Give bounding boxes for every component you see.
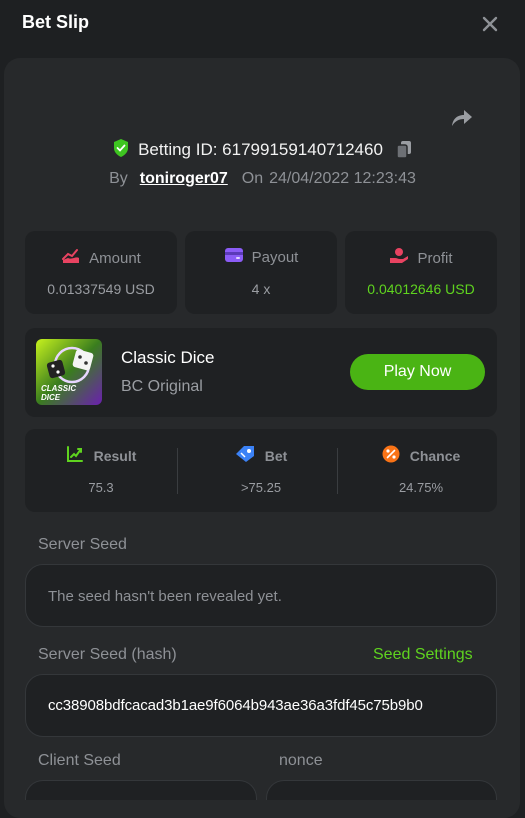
game-subtitle: BC Original bbox=[121, 378, 203, 395]
divider bbox=[177, 448, 178, 494]
amount-card: Amount 0.01337549 USD bbox=[25, 231, 177, 314]
bet-tag-icon bbox=[235, 445, 255, 466]
chance-value: 24.75% bbox=[398, 480, 444, 495]
username-link[interactable]: toniroger07 bbox=[140, 170, 228, 188]
result-value: 75.3 bbox=[88, 480, 114, 495]
client-seed-label: Client Seed bbox=[38, 752, 121, 769]
game-thumbnail[interactable]: CLASSIC DICE bbox=[36, 339, 102, 405]
game-name: Classic Dice bbox=[121, 348, 215, 367]
server-seed-hash-label: Server Seed (hash) bbox=[38, 646, 177, 663]
server-seed-field: The seed hasn't been revealed yet. bbox=[25, 564, 497, 627]
server-seed-label: Server Seed bbox=[38, 536, 127, 553]
result-column: Result 75.3 bbox=[25, 429, 177, 512]
amount-label: Amount bbox=[89, 249, 141, 267]
server-seed-hash-field[interactable]: cc38908bdfcacad3b1ae9f6064b943ae36a3fdf4… bbox=[25, 674, 497, 737]
game-card: CLASSIC DICE Classic Dice BC Original Pl… bbox=[25, 328, 497, 417]
server-seed-hash-value: cc38908bdfcacad3b1ae9f6064b943ae36a3fdf4… bbox=[48, 697, 423, 714]
on-label: On bbox=[241, 170, 264, 187]
bet-slip-header: Bet Slip bbox=[0, 0, 525, 48]
chance-label: Chance bbox=[409, 447, 461, 464]
play-now-button[interactable]: Play Now bbox=[350, 354, 485, 390]
payout-value: 4 x bbox=[251, 281, 271, 297]
percent-icon bbox=[382, 445, 400, 466]
verified-shield-icon bbox=[112, 138, 130, 163]
payout-card: Payout 4 x bbox=[185, 231, 337, 314]
bet-datetime: 24/04/2022 12:23:43 bbox=[269, 170, 416, 187]
page-title: Bet Slip bbox=[22, 12, 90, 32]
thumb-text-2: DICE bbox=[41, 393, 61, 402]
result-card: Result 75.3 Bet >75.25 Chance 24.75% bbox=[25, 429, 497, 512]
seed-settings-link[interactable]: Seed Settings bbox=[373, 646, 473, 664]
server-seed-value: The seed hasn't been revealed yet. bbox=[48, 588, 282, 605]
nonce-label: nonce bbox=[279, 752, 323, 769]
chance-column: Chance 24.75% bbox=[345, 429, 497, 512]
betting-id: Betting ID: 61799159140712460 bbox=[138, 140, 383, 159]
amount-icon bbox=[61, 247, 81, 269]
bettor-row: By toniroger07 On 24/04/2022 12:23:43 bbox=[0, 168, 525, 190]
client-seed-field[interactable] bbox=[25, 780, 257, 800]
bet-label: Bet bbox=[264, 447, 288, 464]
share-icon[interactable] bbox=[447, 104, 475, 132]
bet-value: >75.25 bbox=[240, 480, 282, 495]
profit-value: 0.04012646 USD bbox=[367, 281, 475, 297]
result-chart-icon bbox=[66, 445, 84, 466]
payout-card-icon bbox=[224, 247, 244, 267]
profit-label: Profit bbox=[417, 249, 453, 267]
divider bbox=[337, 448, 338, 494]
by-label: By bbox=[109, 170, 128, 187]
bet-column: Bet >75.25 bbox=[185, 429, 337, 512]
result-label: Result bbox=[93, 447, 137, 464]
payout-label: Payout bbox=[251, 248, 299, 266]
close-icon[interactable] bbox=[478, 12, 502, 36]
amount-value: 0.01337549 USD bbox=[47, 281, 155, 297]
nonce-field[interactable] bbox=[266, 780, 497, 800]
betting-id-row: Betting ID: 61799159140712460 bbox=[0, 138, 525, 162]
profit-card: Profit 0.04012646 USD bbox=[345, 231, 497, 314]
copy-icon[interactable] bbox=[395, 140, 413, 160]
profit-hand-icon bbox=[389, 247, 409, 269]
thumb-text-1: CLASSIC bbox=[41, 384, 76, 393]
